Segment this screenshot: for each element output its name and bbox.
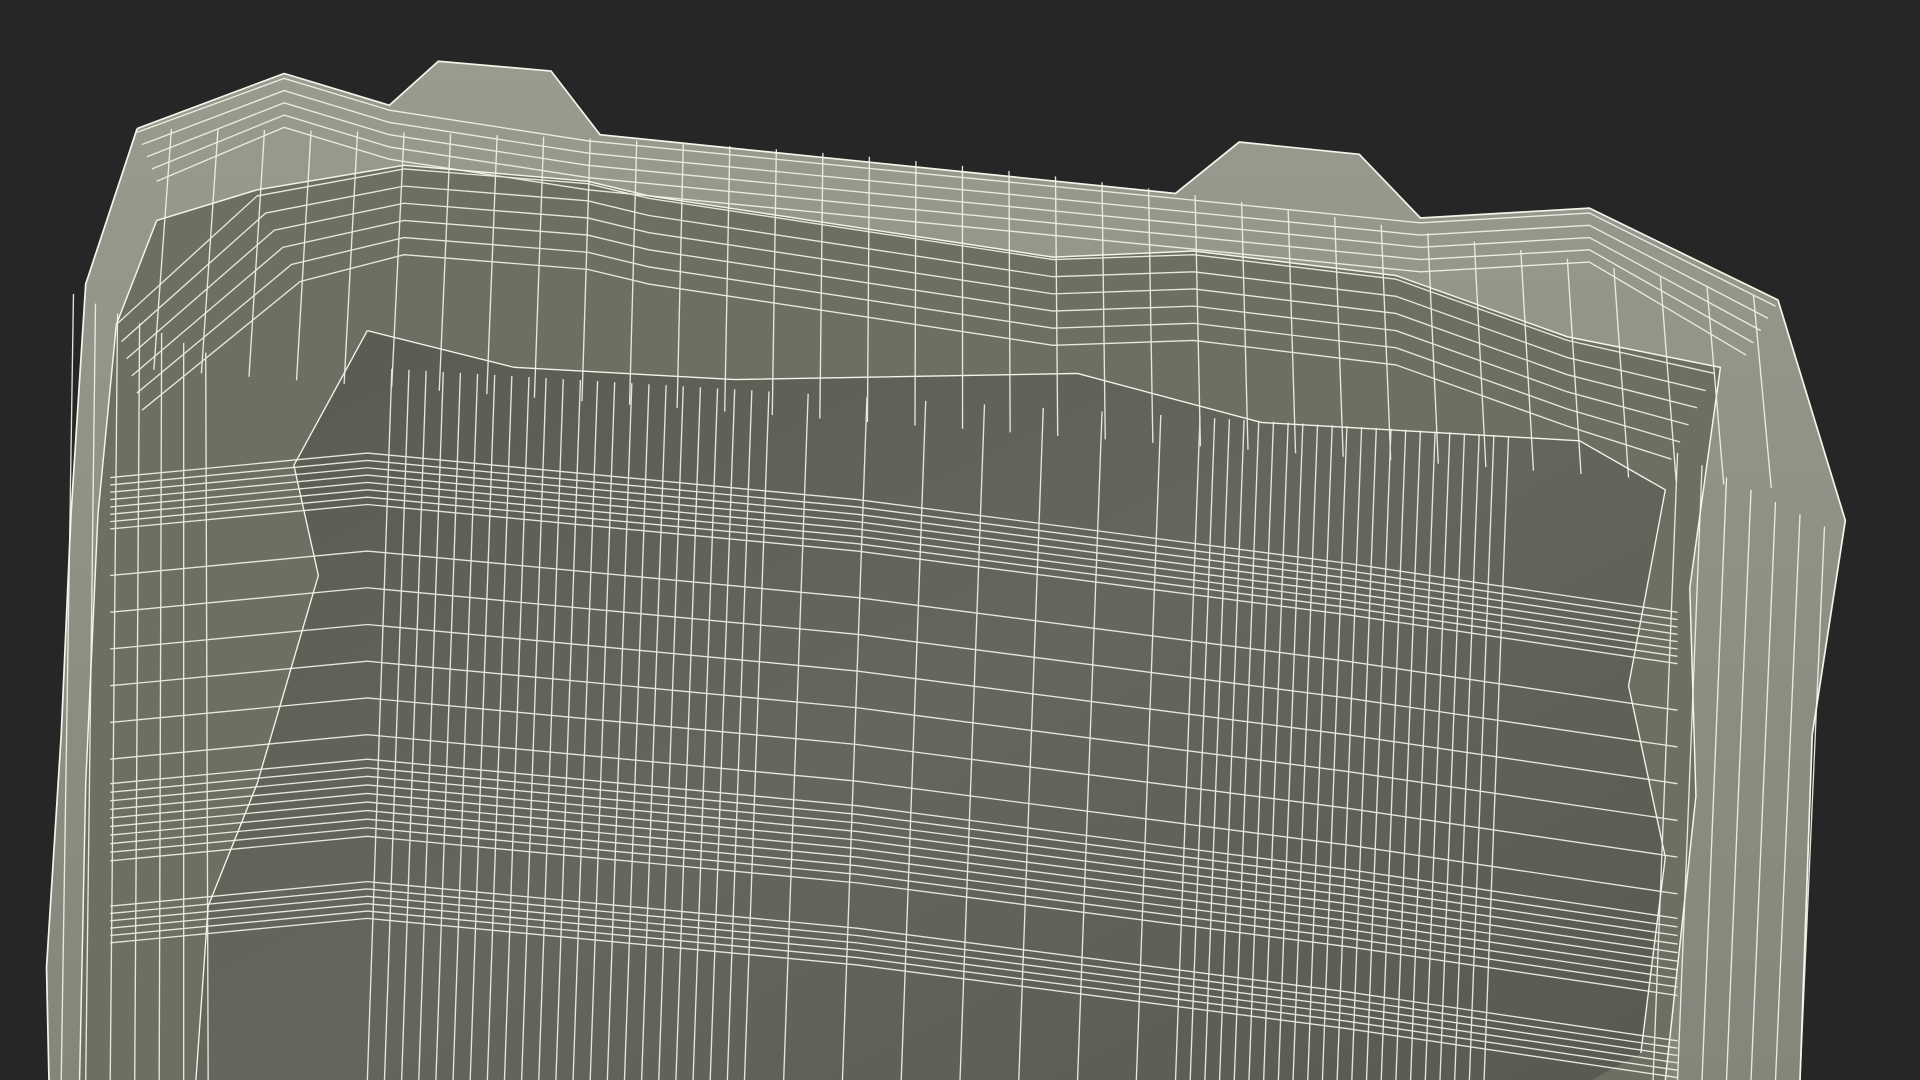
rim-to-floor-wire — [914, 161, 917, 426]
wireframe-model — [45, 60, 1847, 1080]
3d-viewport — [0, 0, 1920, 1080]
